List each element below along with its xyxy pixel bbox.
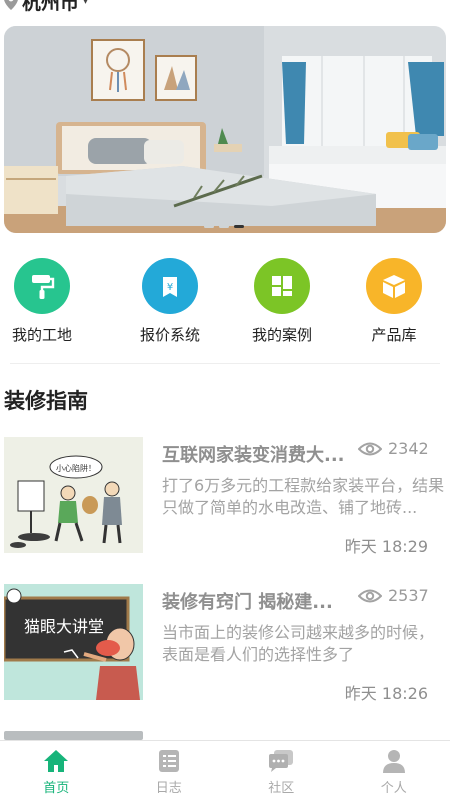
banner-carousel[interactable] [4,26,446,233]
tab-log[interactable]: 日志 [113,741,226,800]
tab-home[interactable]: 首页 [0,741,113,800]
quick-links-grid: 我的工地 ¥ 报价系统 我的案例 产品库 [0,258,450,348]
article-views: 2342 [358,439,429,458]
carousel-dot-active[interactable] [234,225,244,228]
article-thumbnail: 小心陷阱！ [4,437,143,553]
carousel-indicator [204,225,244,228]
tab-label: 社区 [268,781,295,796]
chevron-down-icon: ▾ [83,0,89,7]
article-time: 昨天 18:26 [344,684,428,703]
tab-label: 个人 [380,781,407,796]
paint-roller-icon [14,258,70,314]
person-icon [382,750,405,773]
quick-link-my-site[interactable]: 我的工地 [0,258,84,348]
article-time: 昨天 18:29 [344,537,428,556]
tab-community[interactable]: 社区 [225,741,338,800]
log-icon [158,750,179,772]
article-thumbnail: 猫眼大讲堂 [4,584,143,700]
city-name: 杭州市 [22,0,80,14]
quick-link-quote-system[interactable]: ¥ 报价系统 [114,258,226,348]
article-view-count: 2537 [388,586,429,605]
article-views: 2537 [358,586,429,605]
location-pin-icon [4,0,18,10]
quick-link-label: 产品库 [371,326,417,344]
tab-profile[interactable]: 个人 [338,741,450,800]
bottom-tab-bar: 首页 日志 社区 个人 [0,740,450,800]
eye-icon [358,442,382,455]
community-icon [269,750,294,772]
carousel-dot[interactable] [219,225,229,228]
article-title: 装修有窍门 揭秘建... [162,592,333,613]
article-title: 互联网家装变消费大... [162,445,345,466]
article-view-count: 2342 [388,439,429,458]
section-divider [10,363,440,364]
price-tag-icon: ¥ [142,258,198,314]
location-selector[interactable]: 杭州市 ▾ [4,0,88,14]
banner-bedroom-image [4,26,446,233]
eye-icon [358,589,382,602]
carousel-dot[interactable] [204,225,214,228]
article-item[interactable]: 小心陷阱！ 互联网家装变消费大... 2342 打了6万多元的工程款给家装平台，… [0,437,450,556]
article-item[interactable]: 猫眼大讲堂 装修有窍门 揭秘建... 2537 当市面上的装修公司越来越多的时候… [0,584,450,703]
cartoon-blackboard-text: 猫眼大讲堂 [24,617,104,636]
article-description: 当市面上的装修公司越来越多的时候，表面是看人们的选择性多了 [162,623,435,664]
case-tiles-icon [254,258,310,314]
quick-link-label: 我的案例 [251,326,312,344]
article-description: 打了6万多元的工程款给家装平台，结果只做了简单的水电改造、铺了地砖... [162,476,445,517]
tab-label: 日志 [155,781,182,796]
section-title-guide: 装修指南 [4,389,88,413]
quick-link-label: 报价系统 [139,326,200,344]
quick-link-product-library[interactable]: 产品库 [338,258,450,348]
svg-text:¥: ¥ [167,282,173,293]
home-icon [44,750,69,772]
quick-link-my-cases[interactable]: 我的案例 [226,258,338,348]
product-box-icon [366,258,422,314]
quick-link-label: 我的工地 [11,326,72,344]
article-item-partial[interactable] [4,731,143,740]
tab-label: 首页 [43,781,70,796]
cartoon-speech-bubble-text: 小心陷阱！ [56,463,96,473]
